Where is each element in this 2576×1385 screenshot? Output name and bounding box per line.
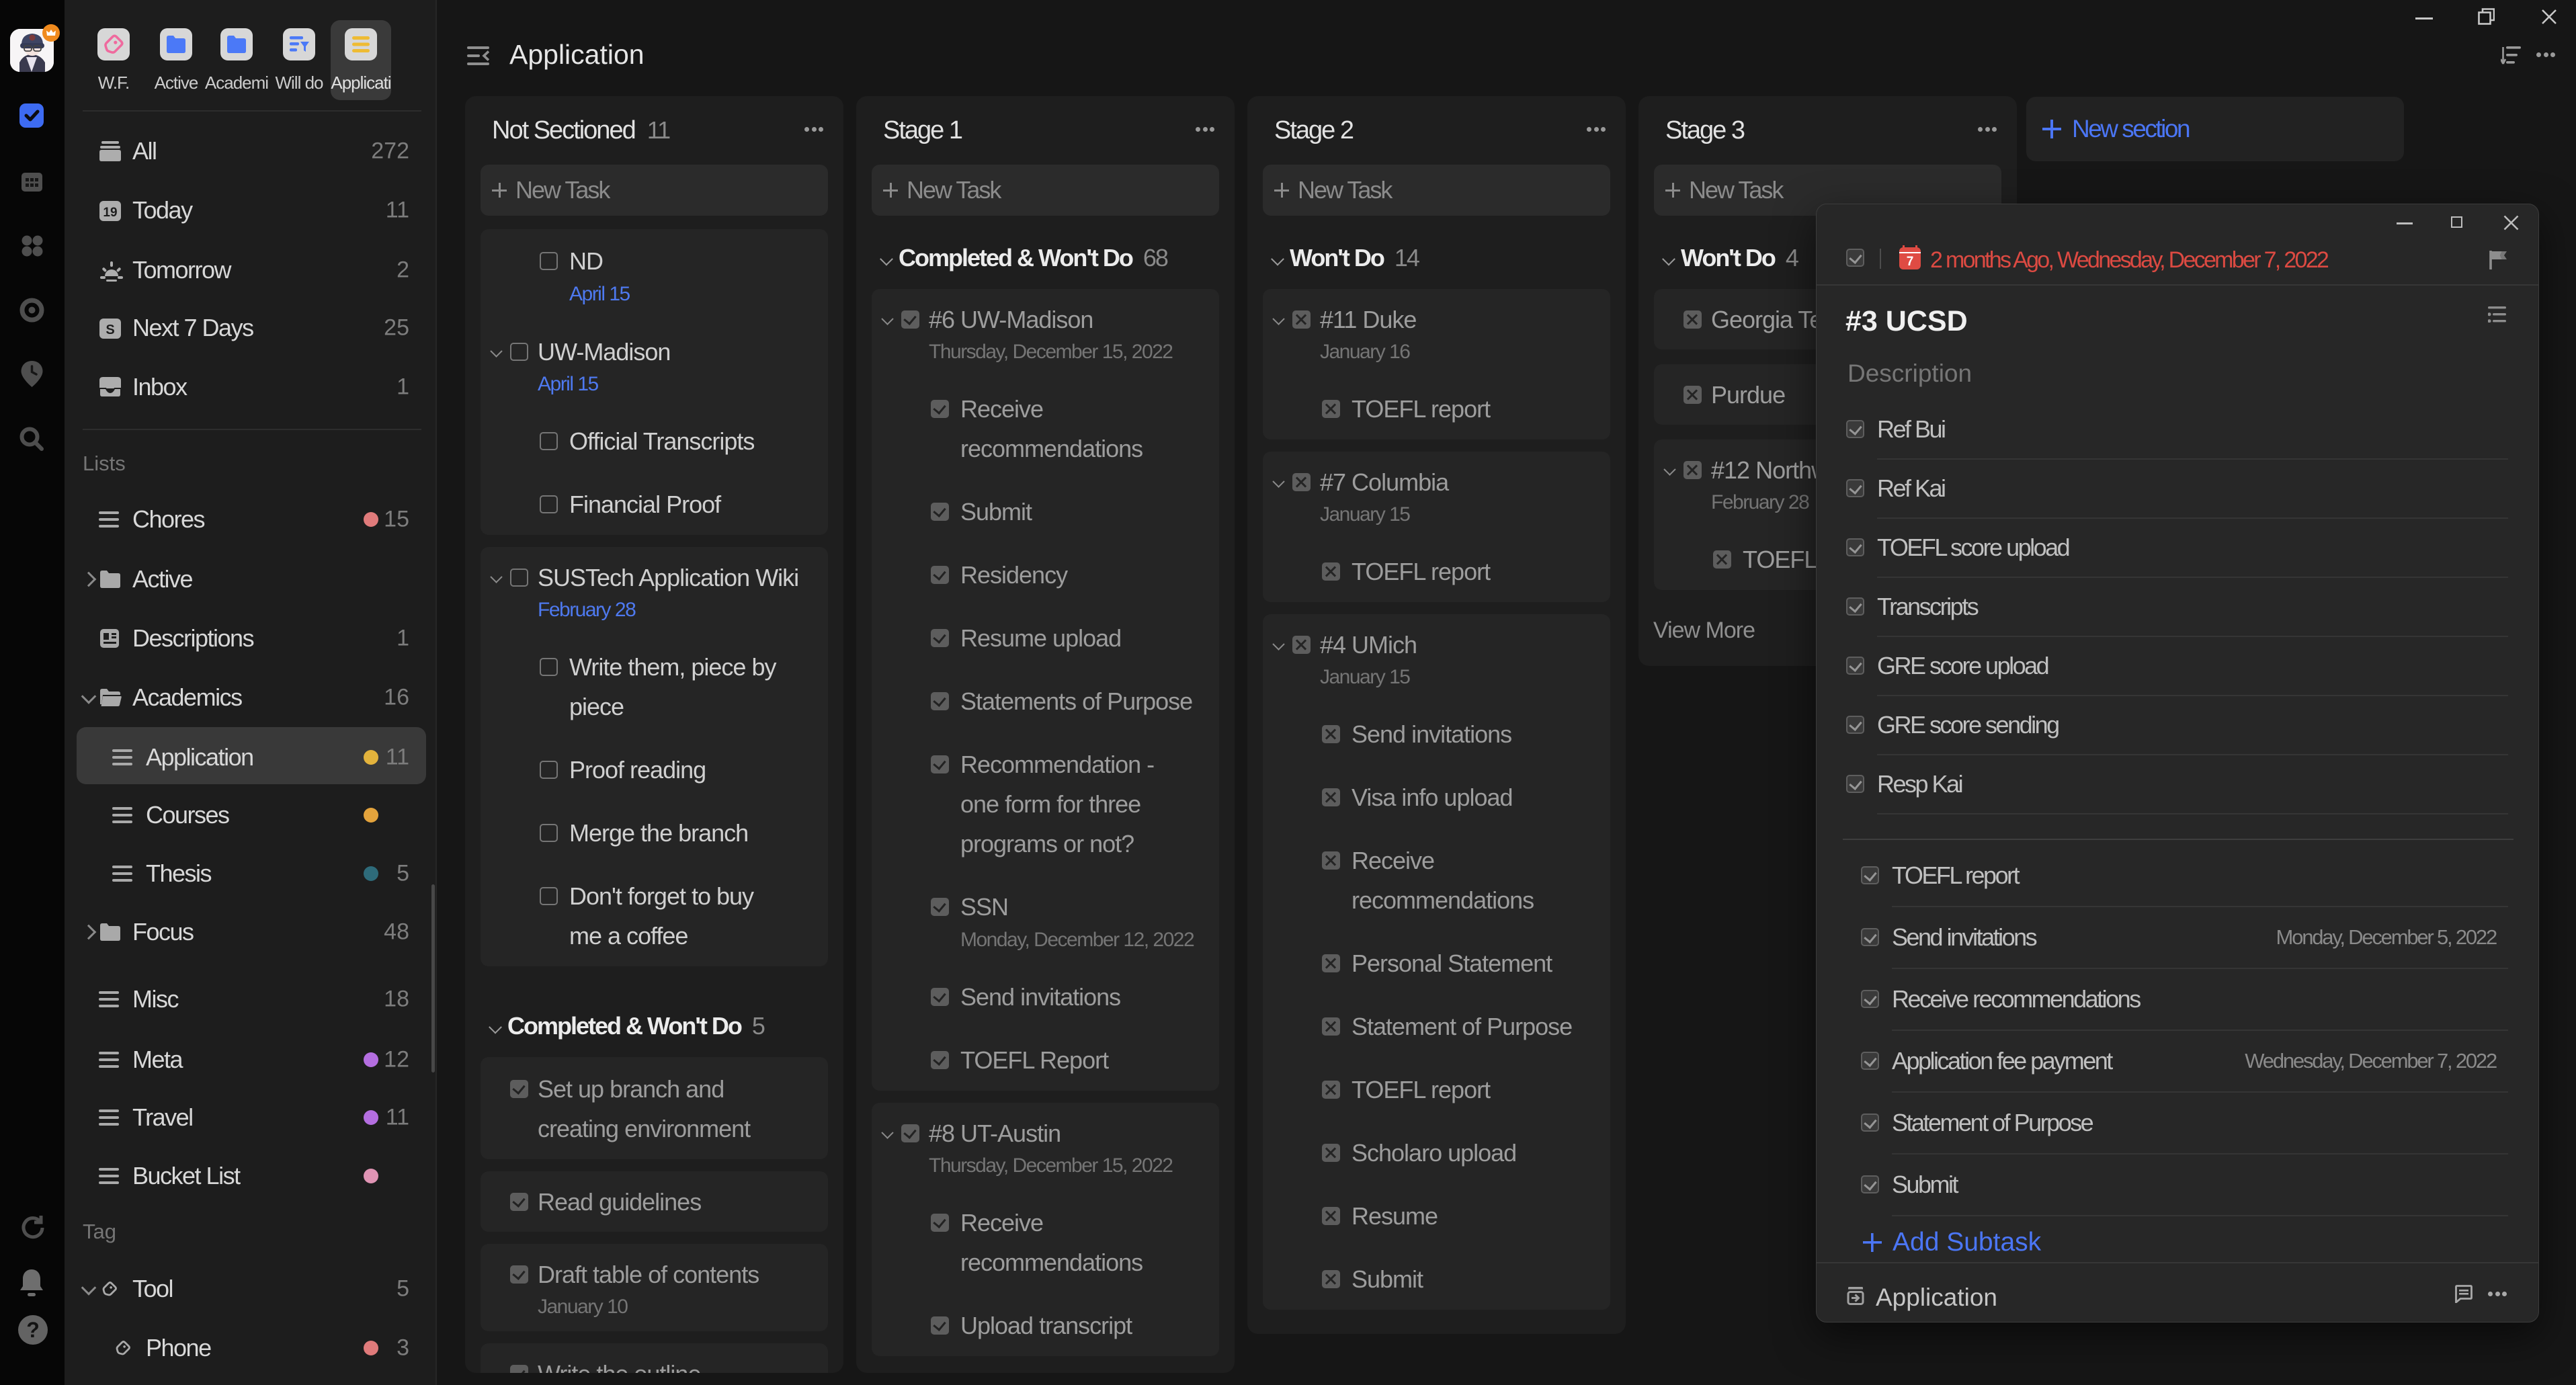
- svg-text:19: 19: [103, 206, 117, 220]
- svg-text:S: S: [106, 323, 114, 337]
